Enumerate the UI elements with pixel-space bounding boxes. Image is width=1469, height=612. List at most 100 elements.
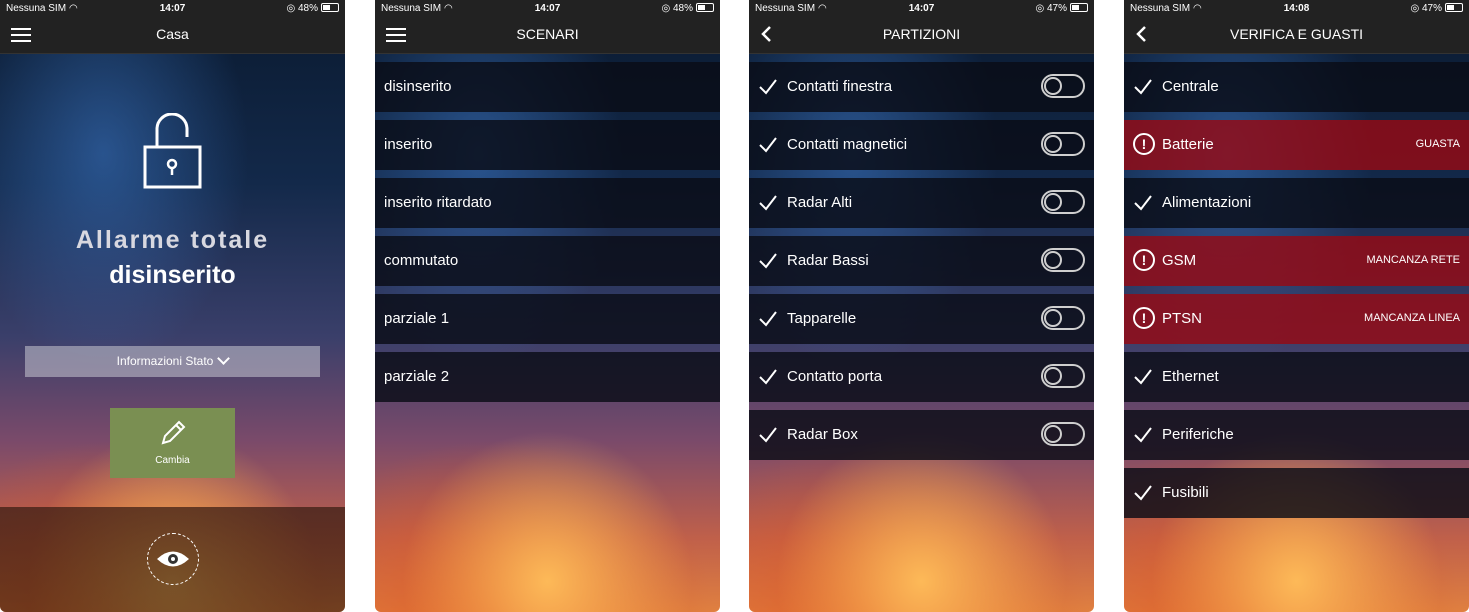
scenario-item[interactable]: disinserito xyxy=(375,62,720,112)
orientation-lock-icon: ◎ xyxy=(661,3,671,14)
check-label: Fusibili xyxy=(1162,484,1209,501)
check-label: Centrale xyxy=(1162,78,1219,95)
partition-row: Contatti magnetici xyxy=(749,120,1094,170)
status-info-label: Informazioni Stato xyxy=(116,354,214,368)
check-label: Ethernet xyxy=(1162,368,1219,385)
orientation-lock-icon: ◎ xyxy=(1410,3,1420,14)
partition-row: Radar Box xyxy=(749,410,1094,460)
fault-detail: MANCANZA LINEA xyxy=(1364,312,1460,324)
partition-toggle[interactable] xyxy=(1041,132,1085,156)
check-icon xyxy=(1134,485,1152,501)
partition-row: Tapparelle xyxy=(749,294,1094,344)
scenario-label: commutato xyxy=(384,252,459,269)
check-label: Batterie xyxy=(1162,136,1214,153)
check-icon xyxy=(1134,369,1152,385)
check-icon xyxy=(1134,195,1152,211)
battery-icon xyxy=(1445,3,1463,12)
check-icon xyxy=(1134,427,1152,443)
partition-toggle[interactable] xyxy=(1041,248,1085,272)
status-bar: Nessuna SIM ◠ 14:07 ◎ 47% xyxy=(749,0,1094,17)
alert-icon: ! xyxy=(1133,249,1155,271)
page-title: PARTIZIONI xyxy=(882,26,961,42)
orientation-lock-icon: ◎ xyxy=(1035,3,1045,14)
partition-label: Contatti magnetici xyxy=(787,136,908,153)
check-row[interactable]: Fusibili xyxy=(1124,468,1469,518)
check-icon xyxy=(759,79,777,95)
scenario-item[interactable]: inserito xyxy=(375,120,720,170)
fault-row[interactable]: ! PTSN MANCANZA LINEA xyxy=(1124,294,1469,344)
status-bar: Nessuna SIM ◠ 14:07 ◎ 48% xyxy=(0,0,345,17)
eye-button[interactable] xyxy=(147,533,199,585)
fault-row[interactable]: ! GSM MANCANZA RETE xyxy=(1124,236,1469,286)
alarm-state: disinserito xyxy=(109,261,236,289)
battery-icon xyxy=(1070,3,1088,12)
fault-detail: MANCANZA RETE xyxy=(1366,254,1460,266)
check-label: GSM xyxy=(1162,252,1197,269)
partition-label: Contatto porta xyxy=(787,368,883,385)
status-info-button[interactable]: Informazioni Stato xyxy=(25,346,320,377)
check-row[interactable]: Centrale xyxy=(1124,62,1469,112)
check-icon xyxy=(759,427,777,443)
partition-row: Contatti finestra xyxy=(749,62,1094,112)
battery-percent: 47% xyxy=(1421,3,1442,14)
status-bar: Nessuna SIM ◠ 14:08 ◎ 47% xyxy=(1124,0,1469,17)
pencil-icon xyxy=(161,420,185,445)
check-label: Alimentazioni xyxy=(1162,194,1252,211)
battery-percent: 47% xyxy=(1046,3,1067,14)
battery-percent: 48% xyxy=(297,3,318,14)
check-icon xyxy=(1134,79,1152,95)
change-button[interactable]: Cambia xyxy=(110,408,235,478)
change-button-label: Cambia xyxy=(155,455,190,466)
partition-toggle[interactable] xyxy=(1041,190,1085,214)
scenario-item[interactable]: inserito ritardato xyxy=(375,178,720,228)
screen-verifica: Nessuna SIM ◠ 14:08 ◎ 47% VERIFICA E GUAS… xyxy=(1124,0,1469,612)
page-title: SCENARI xyxy=(516,26,579,42)
alert-icon: ! xyxy=(1133,307,1155,329)
scenario-label: inserito xyxy=(384,136,433,153)
check-label: Periferiche xyxy=(1162,426,1234,443)
scenario-label: parziale 1 xyxy=(384,310,450,327)
check-row[interactable]: Periferiche xyxy=(1124,410,1469,460)
check-row[interactable]: Ethernet xyxy=(1124,352,1469,402)
partition-label: Contatti finestra xyxy=(787,78,893,95)
battery-icon xyxy=(696,3,714,12)
check-icon xyxy=(759,137,777,153)
page-title: VERIFICA E GUASTI xyxy=(1229,26,1364,42)
status-bar: Nessuna SIM ◠ 14:07 ◎ 48% xyxy=(375,0,720,17)
battery-percent: 48% xyxy=(672,3,693,14)
scenario-label: disinserito xyxy=(384,78,452,95)
partition-label: Radar Alti xyxy=(787,194,853,211)
partition-toggle[interactable] xyxy=(1041,306,1085,330)
check-icon xyxy=(759,369,777,385)
eye-icon xyxy=(157,551,189,567)
partition-label: Radar Bassi xyxy=(787,252,869,269)
check-icon xyxy=(759,195,777,211)
partition-row: Radar Bassi xyxy=(749,236,1094,286)
partition-label: Radar Box xyxy=(787,426,858,443)
nav-bar: SCENARI xyxy=(375,17,720,54)
partition-toggle[interactable] xyxy=(1041,364,1085,388)
partition-toggle[interactable] xyxy=(1041,422,1085,446)
partition-row: Radar Alti xyxy=(749,178,1094,228)
check-icon xyxy=(759,253,777,269)
screen-scenari: Nessuna SIM ◠ 14:07 ◎ 48% SCENARI disinse… xyxy=(375,0,720,612)
alert-icon: ! xyxy=(1133,133,1155,155)
partition-label: Tapparelle xyxy=(787,310,857,327)
unlocked-padlock-icon xyxy=(143,113,202,189)
scenario-label: parziale 2 xyxy=(384,368,450,385)
scenario-item[interactable]: parziale 2 xyxy=(375,352,720,402)
scenario-item[interactable]: parziale 1 xyxy=(375,294,720,344)
partition-row: Contatto porta xyxy=(749,352,1094,402)
nav-bar: Casa xyxy=(0,17,345,54)
scenario-item[interactable]: commutato xyxy=(375,236,720,286)
fault-row[interactable]: ! Batterie GUASTA xyxy=(1124,120,1469,170)
check-row[interactable]: Alimentazioni xyxy=(1124,178,1469,228)
screen-partizioni: Nessuna SIM ◠ 14:07 ◎ 47% PARTIZIONI Cont… xyxy=(749,0,1094,612)
page-title: Casa xyxy=(156,26,189,42)
screen-casa: Nessuna SIM ◠ 14:07 ◎ 48% Casa Allarme to… xyxy=(0,0,345,612)
partition-toggle[interactable] xyxy=(1041,74,1085,98)
fault-detail: GUASTA xyxy=(1415,138,1460,150)
nav-bar: VERIFICA E GUASTI xyxy=(1124,17,1469,54)
orientation-lock-icon: ◎ xyxy=(286,3,296,14)
check-label: PTSN xyxy=(1162,310,1203,327)
